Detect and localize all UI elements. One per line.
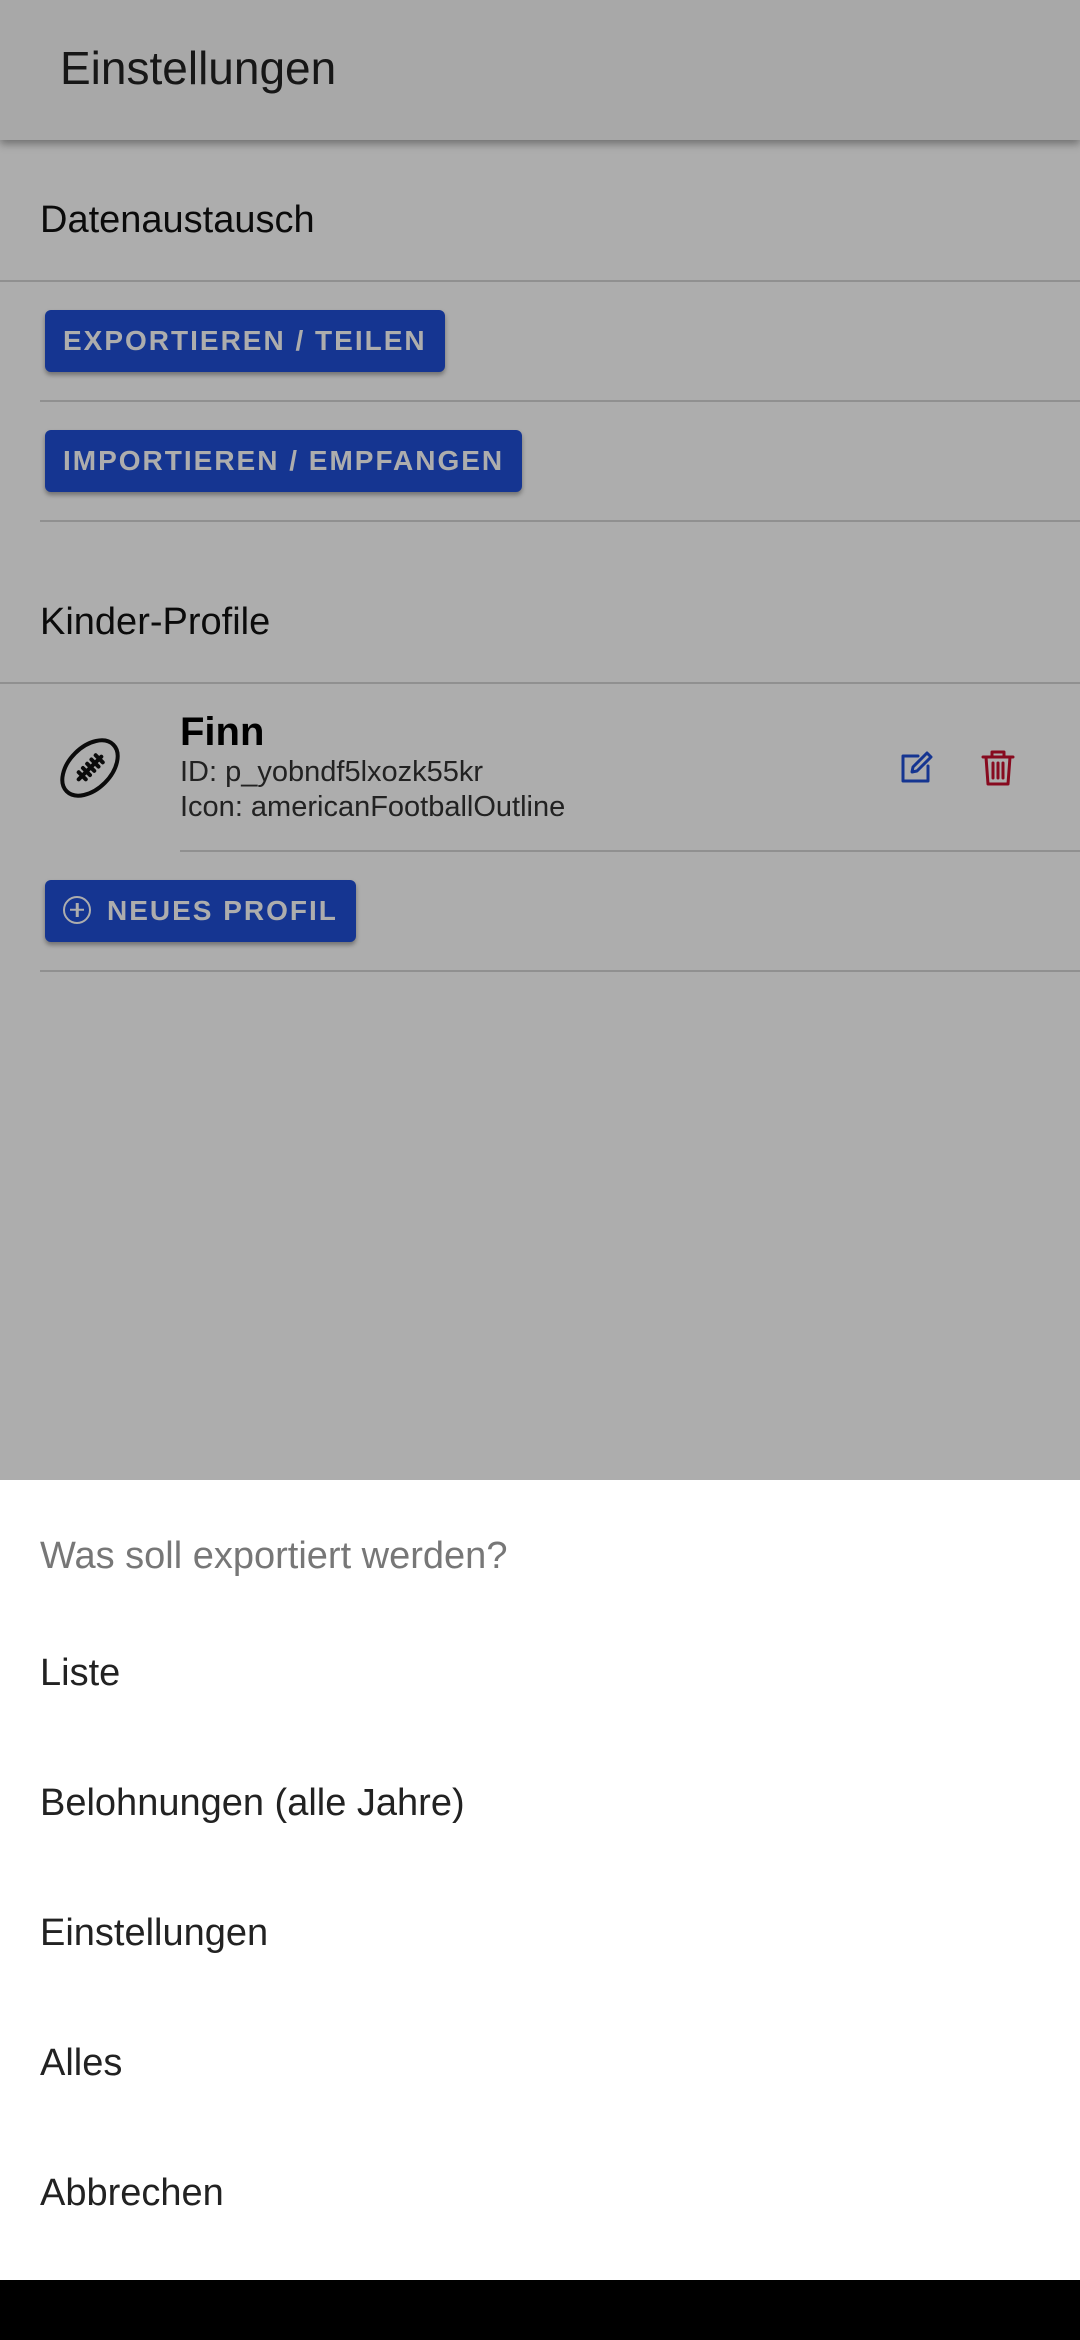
modal-backdrop[interactable]	[0, 0, 1080, 1480]
system-navigation-bar	[0, 2280, 1080, 2340]
action-option-rewards-all-years[interactable]: Belohnungen (alle Jahre)	[0, 1738, 1080, 1868]
action-option-all[interactable]: Alles	[0, 1998, 1080, 2128]
action-option-cancel[interactable]: Abbrechen	[0, 2128, 1080, 2258]
action-option-settings[interactable]: Einstellungen	[0, 1868, 1080, 1998]
action-sheet-title: Was soll exportiert werden?	[40, 1535, 508, 1577]
export-action-sheet: Was soll exportiert werden? Liste Belohn…	[0, 1480, 1080, 2280]
action-option-list[interactable]: Liste	[0, 1608, 1080, 1738]
